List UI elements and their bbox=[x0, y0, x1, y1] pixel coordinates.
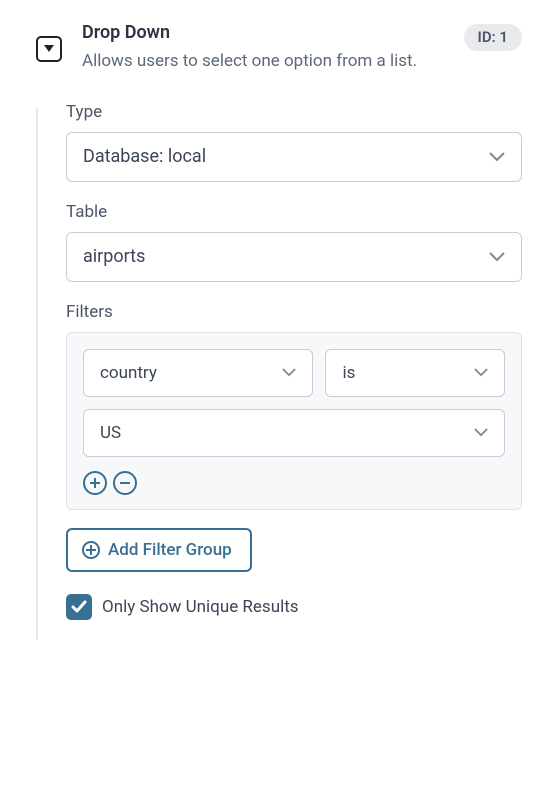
minus-icon bbox=[120, 482, 130, 484]
unique-results-label: Only Show Unique Results bbox=[102, 597, 299, 617]
type-label: Type bbox=[66, 102, 522, 122]
filters-label: Filters bbox=[66, 302, 522, 322]
filter-value-select[interactable]: US bbox=[83, 409, 505, 457]
component-title: Drop Down bbox=[82, 22, 444, 43]
filter-column-value: country bbox=[100, 363, 157, 383]
component-id-badge: ID: 1 bbox=[464, 24, 522, 51]
filter-group-box: country is US bbox=[66, 332, 522, 510]
chevron-down-icon bbox=[489, 252, 505, 262]
section-divider bbox=[36, 108, 38, 640]
filter-operator-select[interactable]: is bbox=[325, 349, 505, 397]
filter-value-value: US bbox=[100, 423, 121, 443]
table-select[interactable]: airports bbox=[66, 232, 522, 282]
unique-results-checkbox[interactable] bbox=[66, 594, 92, 620]
component-header-text: Drop Down Allows users to select one opt… bbox=[82, 22, 444, 74]
chevron-down-icon bbox=[474, 368, 488, 377]
filter-operator-value: is bbox=[342, 363, 355, 383]
add-filter-button[interactable] bbox=[83, 471, 107, 495]
plus-circle-icon bbox=[82, 541, 100, 559]
plus-icon bbox=[90, 478, 100, 488]
filter-column-select[interactable]: country bbox=[83, 349, 313, 397]
check-icon bbox=[71, 600, 87, 614]
table-select-value: airports bbox=[83, 246, 145, 267]
add-filter-group-label: Add Filter Group bbox=[108, 540, 232, 560]
add-filter-group-button[interactable]: Add Filter Group bbox=[66, 528, 252, 572]
remove-filter-button[interactable] bbox=[113, 471, 137, 495]
type-select[interactable]: Database: local bbox=[66, 132, 522, 182]
component-header: Drop Down Allows users to select one opt… bbox=[0, 0, 550, 84]
chevron-down-icon bbox=[474, 428, 488, 437]
table-label: Table bbox=[66, 202, 522, 222]
type-select-value: Database: local bbox=[83, 146, 206, 167]
dropdown-component-icon bbox=[36, 36, 62, 62]
chevron-down-icon bbox=[282, 368, 296, 377]
component-description: Allows users to select one option from a… bbox=[82, 49, 444, 74]
chevron-down-icon bbox=[489, 152, 505, 162]
